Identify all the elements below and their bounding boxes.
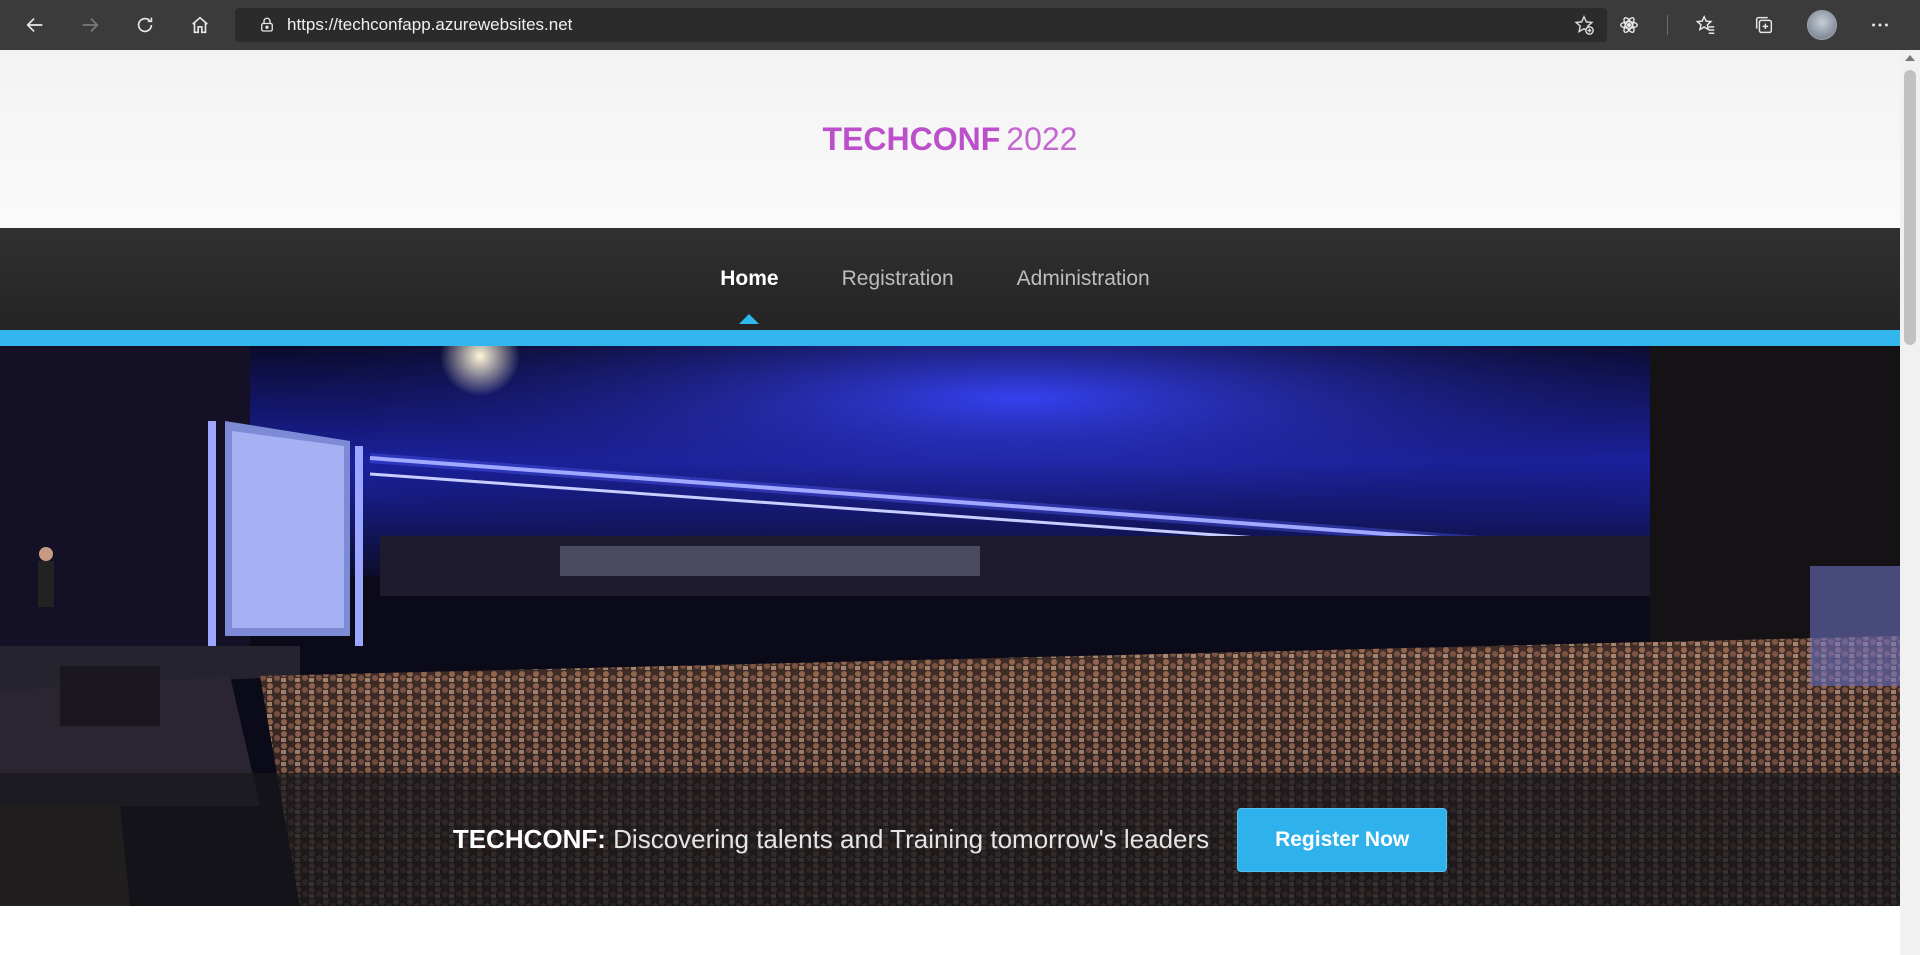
navigation-buttons	[15, 5, 220, 45]
accent-stripe	[0, 330, 1900, 346]
register-now-button[interactable]: Register Now	[1237, 807, 1448, 872]
tagline-brand: TECHCONF:	[452, 824, 606, 854]
scroll-up-icon[interactable]	[1905, 55, 1915, 61]
extension-button[interactable]	[1609, 5, 1649, 45]
add-favorite-icon[interactable]	[1571, 12, 1597, 38]
extension-icon	[1620, 16, 1638, 34]
toolbar-right	[1609, 5, 1900, 45]
address-bar[interactable]: https://techconfapp.azurewebsites.net	[235, 8, 1607, 42]
back-icon	[26, 17, 43, 33]
page-scrollbar[interactable]	[1900, 50, 1920, 955]
browser-toolbar: https://techconfapp.azurewebsites.net	[0, 0, 1920, 50]
home-icon	[192, 16, 208, 34]
favorites-icon	[1695, 14, 1715, 34]
scroll-thumb[interactable]	[1904, 70, 1916, 345]
collections-icon	[1755, 16, 1773, 34]
hero-banner: TECHCONF: Discovering talents and Traini…	[0, 346, 1900, 906]
forward-icon	[82, 17, 99, 33]
site-header: TECHCONF 2022	[0, 50, 1900, 228]
hero-caption-bar: TECHCONF: Discovering talents and Traini…	[0, 773, 1900, 906]
hero-tagline: TECHCONF: Discovering talents and Traini…	[453, 824, 1209, 855]
nav-item-registration[interactable]: Registration	[842, 267, 954, 291]
refresh-icon	[137, 17, 153, 33]
nav-item-administration[interactable]: Administration	[1017, 267, 1150, 291]
avatar	[1807, 10, 1837, 40]
nav-items: Home Registration Administration	[720, 267, 1149, 291]
more-button[interactable]	[1860, 5, 1900, 45]
toolbar-separator	[1667, 15, 1668, 35]
home-button[interactable]	[180, 5, 220, 45]
back-button[interactable]	[15, 5, 55, 45]
brand-year: 2022	[1006, 120, 1078, 157]
refresh-button[interactable]	[125, 5, 165, 45]
nav-item-home[interactable]: Home	[720, 267, 778, 291]
forward-button[interactable]	[70, 5, 110, 45]
collections-button[interactable]	[1744, 5, 1784, 45]
tagline-text: Discovering talents and Training tomorro…	[605, 824, 1210, 854]
site-logo[interactable]: TECHCONF 2022	[823, 121, 1078, 158]
favorites-button[interactable]	[1686, 5, 1726, 45]
web-page: TECHCONF 2022 Home Registration Administr…	[0, 50, 1900, 955]
main-navigation: Home Registration Administration	[0, 228, 1900, 330]
brand-name: TECHCONF	[822, 120, 1001, 157]
lock-icon[interactable]	[249, 8, 285, 42]
more-icon	[1872, 23, 1888, 27]
profile-button[interactable]	[1802, 5, 1842, 45]
url-text[interactable]: https://techconfapp.azurewebsites.net	[287, 15, 572, 35]
